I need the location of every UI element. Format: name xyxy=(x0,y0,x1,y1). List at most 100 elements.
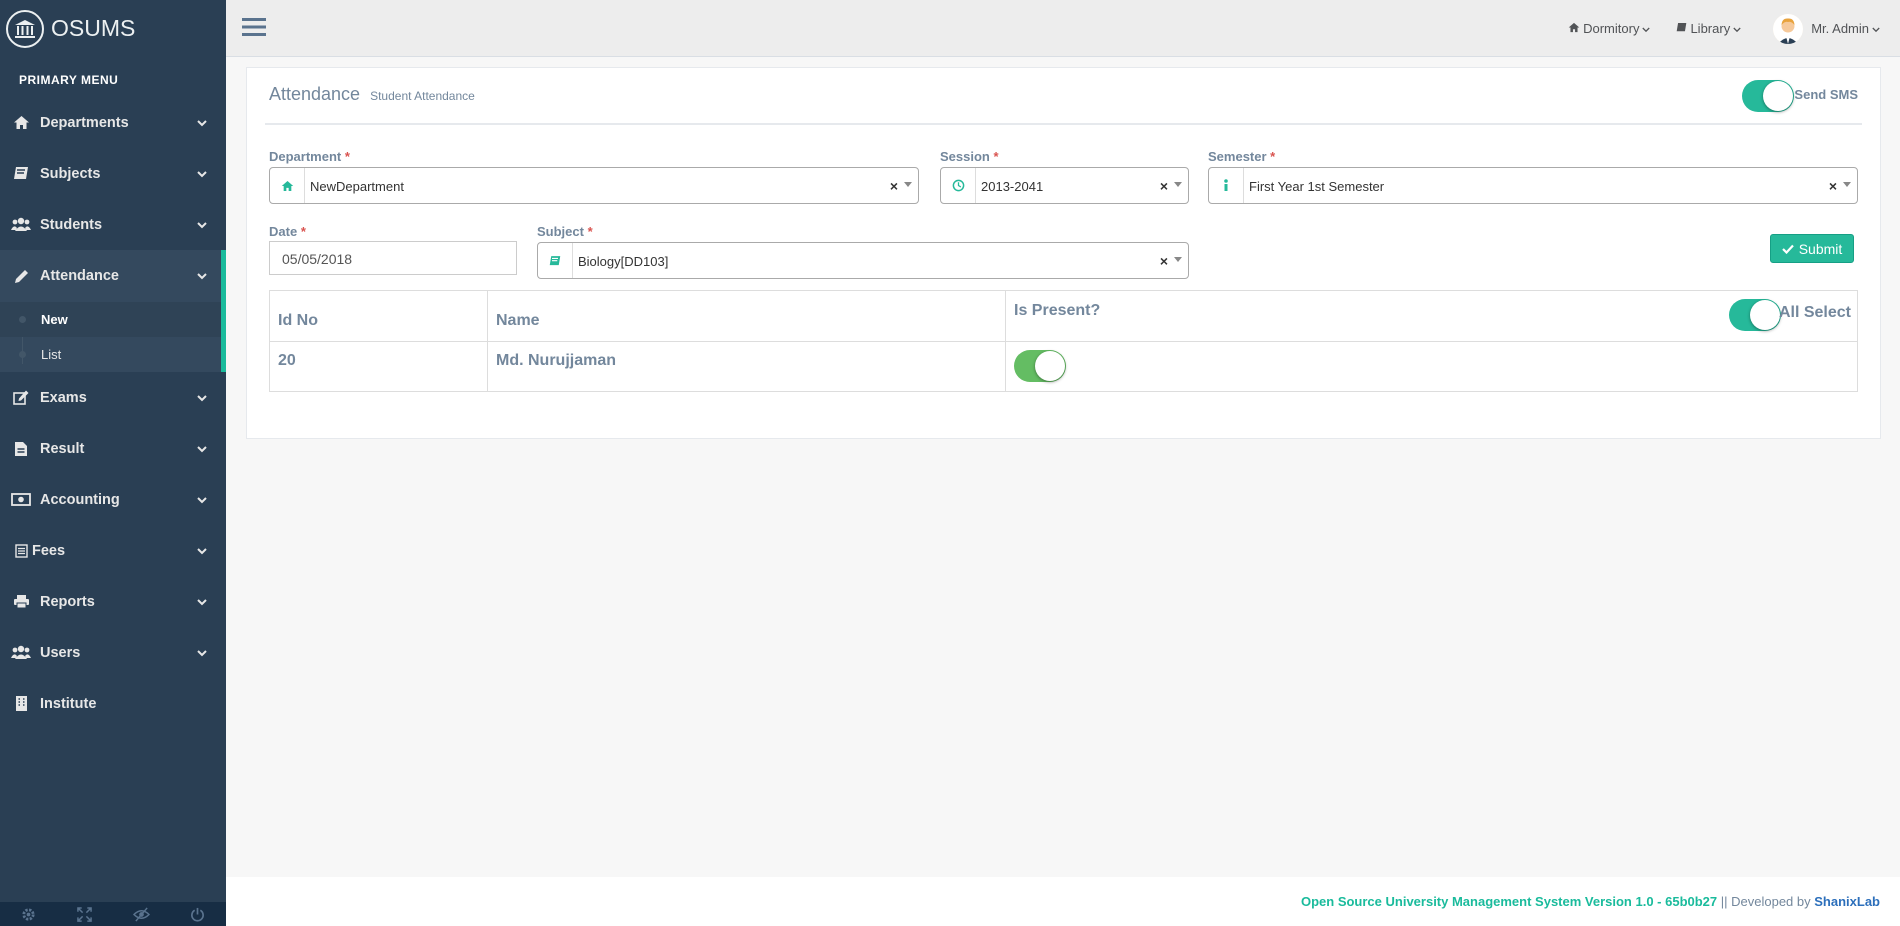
brand-name: OSUMS xyxy=(51,15,136,41)
sidebar-item-fees[interactable]: Fees xyxy=(0,525,226,576)
fullscreen-icon[interactable] xyxy=(57,902,114,926)
sidebar-item-result[interactable]: Result xyxy=(0,423,226,474)
brand[interactable]: OSUMS xyxy=(0,0,226,57)
sidebar-item-attendance[interactable]: Attendance xyxy=(0,250,226,302)
sidebar-item-users[interactable]: Users xyxy=(0,627,226,678)
footer-separator: || Developed by xyxy=(1717,894,1815,909)
library-label: Library xyxy=(1690,21,1731,36)
building-icon xyxy=(11,694,31,714)
sidebar-item-exams[interactable]: Exams xyxy=(0,372,226,423)
clear-icon[interactable]: × xyxy=(890,178,898,194)
attendance-table: Id No Name Is Present? All Select 20 Md.… xyxy=(269,290,1858,392)
subject-select[interactable]: Biology[DD103] × xyxy=(537,242,1189,279)
semester-label: Semester * xyxy=(1208,149,1275,164)
header-present-label: Is Present? xyxy=(1014,302,1101,319)
caret-down-icon[interactable] xyxy=(1174,182,1182,187)
money-icon xyxy=(11,490,31,510)
menu-toggle-icon[interactable] xyxy=(242,16,266,43)
power-off-icon[interactable] xyxy=(170,902,227,926)
home-icon xyxy=(270,168,305,203)
settings-icon[interactable] xyxy=(0,902,57,926)
page-footer: Open Source University Management System… xyxy=(226,877,1900,926)
caret-down-icon[interactable] xyxy=(904,182,912,187)
row-name: Md. Nurujjaman xyxy=(487,341,1006,392)
sidebar-item-label: Institute xyxy=(40,695,97,712)
send-sms-toggle[interactable] xyxy=(1742,80,1794,112)
present-toggle[interactable] xyxy=(1014,350,1066,382)
sidebar-item-departments[interactable]: Departments xyxy=(0,97,226,148)
table-row: 20 Md. Nurujjaman xyxy=(269,341,1858,392)
sidebar-item-label: Students xyxy=(40,216,103,233)
required-mark: * xyxy=(1270,149,1276,164)
required-mark: * xyxy=(587,224,593,239)
sidebar-item-label: Subjects xyxy=(40,165,101,182)
users-icon xyxy=(11,643,31,663)
chevron-down-icon xyxy=(197,441,207,457)
chevron-down-icon xyxy=(197,543,207,559)
pencil-icon xyxy=(11,266,31,286)
sidebar-item-reports[interactable]: Reports xyxy=(0,576,226,627)
sidebar-footer xyxy=(0,902,226,926)
attendance-submenu: New List xyxy=(0,302,226,372)
book-icon xyxy=(538,243,573,278)
chevron-down-icon xyxy=(197,217,207,233)
sidebar-item-students[interactable]: Students xyxy=(0,199,226,250)
header-id: Id No xyxy=(269,290,488,342)
subject-label: Subject * xyxy=(537,224,593,239)
clock-icon xyxy=(941,168,976,203)
sidebar-item-label: Reports xyxy=(40,593,95,610)
clear-icon[interactable]: × xyxy=(1160,178,1168,194)
page-title-text: Attendance xyxy=(269,84,361,104)
chevron-down-icon xyxy=(1733,21,1741,36)
sidebar-item-label: Fees xyxy=(32,542,66,559)
sidebar-item-label: Accounting xyxy=(40,491,120,508)
page-subtitle: Student Attendance xyxy=(370,89,475,103)
subject-label-text: Subject xyxy=(537,224,584,239)
dormitory-menu[interactable]: Dormitory xyxy=(1568,21,1651,36)
all-select-toggle[interactable] xyxy=(1729,299,1781,331)
all-select-label: All Select xyxy=(1778,304,1851,321)
date-input[interactable]: 05/05/2018 xyxy=(269,241,517,275)
clear-icon[interactable]: × xyxy=(1160,253,1168,269)
library-menu[interactable]: Library xyxy=(1676,21,1741,36)
attendance-panel: Attendance Student Attendance Send SMS De… xyxy=(246,67,1881,439)
semester-value: First Year 1st Semester xyxy=(1249,179,1385,194)
caret-down-icon[interactable] xyxy=(1174,257,1182,262)
semester-select[interactable]: First Year 1st Semester × xyxy=(1208,167,1858,204)
book-icon xyxy=(1676,21,1687,36)
footer-developer-link[interactable]: ShanixLab xyxy=(1814,894,1880,909)
file-icon xyxy=(11,439,31,459)
department-value: NewDepartment xyxy=(310,179,404,194)
row-id: 20 xyxy=(269,341,488,392)
user-menu[interactable]: Mr. Admin xyxy=(1773,13,1880,44)
sidebar-subitem-list[interactable]: List xyxy=(0,337,221,372)
sidebar-item-label: Result xyxy=(40,440,85,457)
eye-slash-icon[interactable] xyxy=(113,902,170,926)
sidebar-item-accounting[interactable]: Accounting xyxy=(0,474,226,525)
department-select[interactable]: NewDepartment × xyxy=(269,167,919,204)
send-sms-label: Send SMS xyxy=(1794,87,1858,102)
row-present xyxy=(1005,341,1858,392)
semester-label-text: Semester xyxy=(1208,149,1267,164)
sidebar-subitem-new[interactable]: New xyxy=(0,302,221,337)
chevron-down-icon xyxy=(197,492,207,508)
required-mark: * xyxy=(993,149,999,164)
menu-title: PRIMARY MENU xyxy=(19,73,119,87)
sidebar-item-subjects[interactable]: Subjects xyxy=(0,148,226,199)
submit-button[interactable]: Submit xyxy=(1770,234,1854,263)
chevron-down-icon xyxy=(197,594,207,610)
clear-icon[interactable]: × xyxy=(1829,178,1837,194)
required-mark: * xyxy=(300,224,306,239)
chevron-down-icon xyxy=(197,166,207,182)
sidebar-item-institute[interactable]: Institute xyxy=(0,678,226,729)
subject-value: Biology[DD103] xyxy=(578,254,669,269)
toggle-knob xyxy=(1750,300,1780,330)
session-select[interactable]: 2013-2041 × xyxy=(940,167,1189,204)
caret-down-icon[interactable] xyxy=(1843,182,1851,187)
required-mark: * xyxy=(344,149,350,164)
chevron-down-icon xyxy=(1872,21,1880,36)
chevron-down-icon xyxy=(197,268,207,284)
avatar xyxy=(1773,13,1804,44)
sidebar-item-label: Departments xyxy=(40,114,129,131)
session-value: 2013-2041 xyxy=(981,179,1044,194)
